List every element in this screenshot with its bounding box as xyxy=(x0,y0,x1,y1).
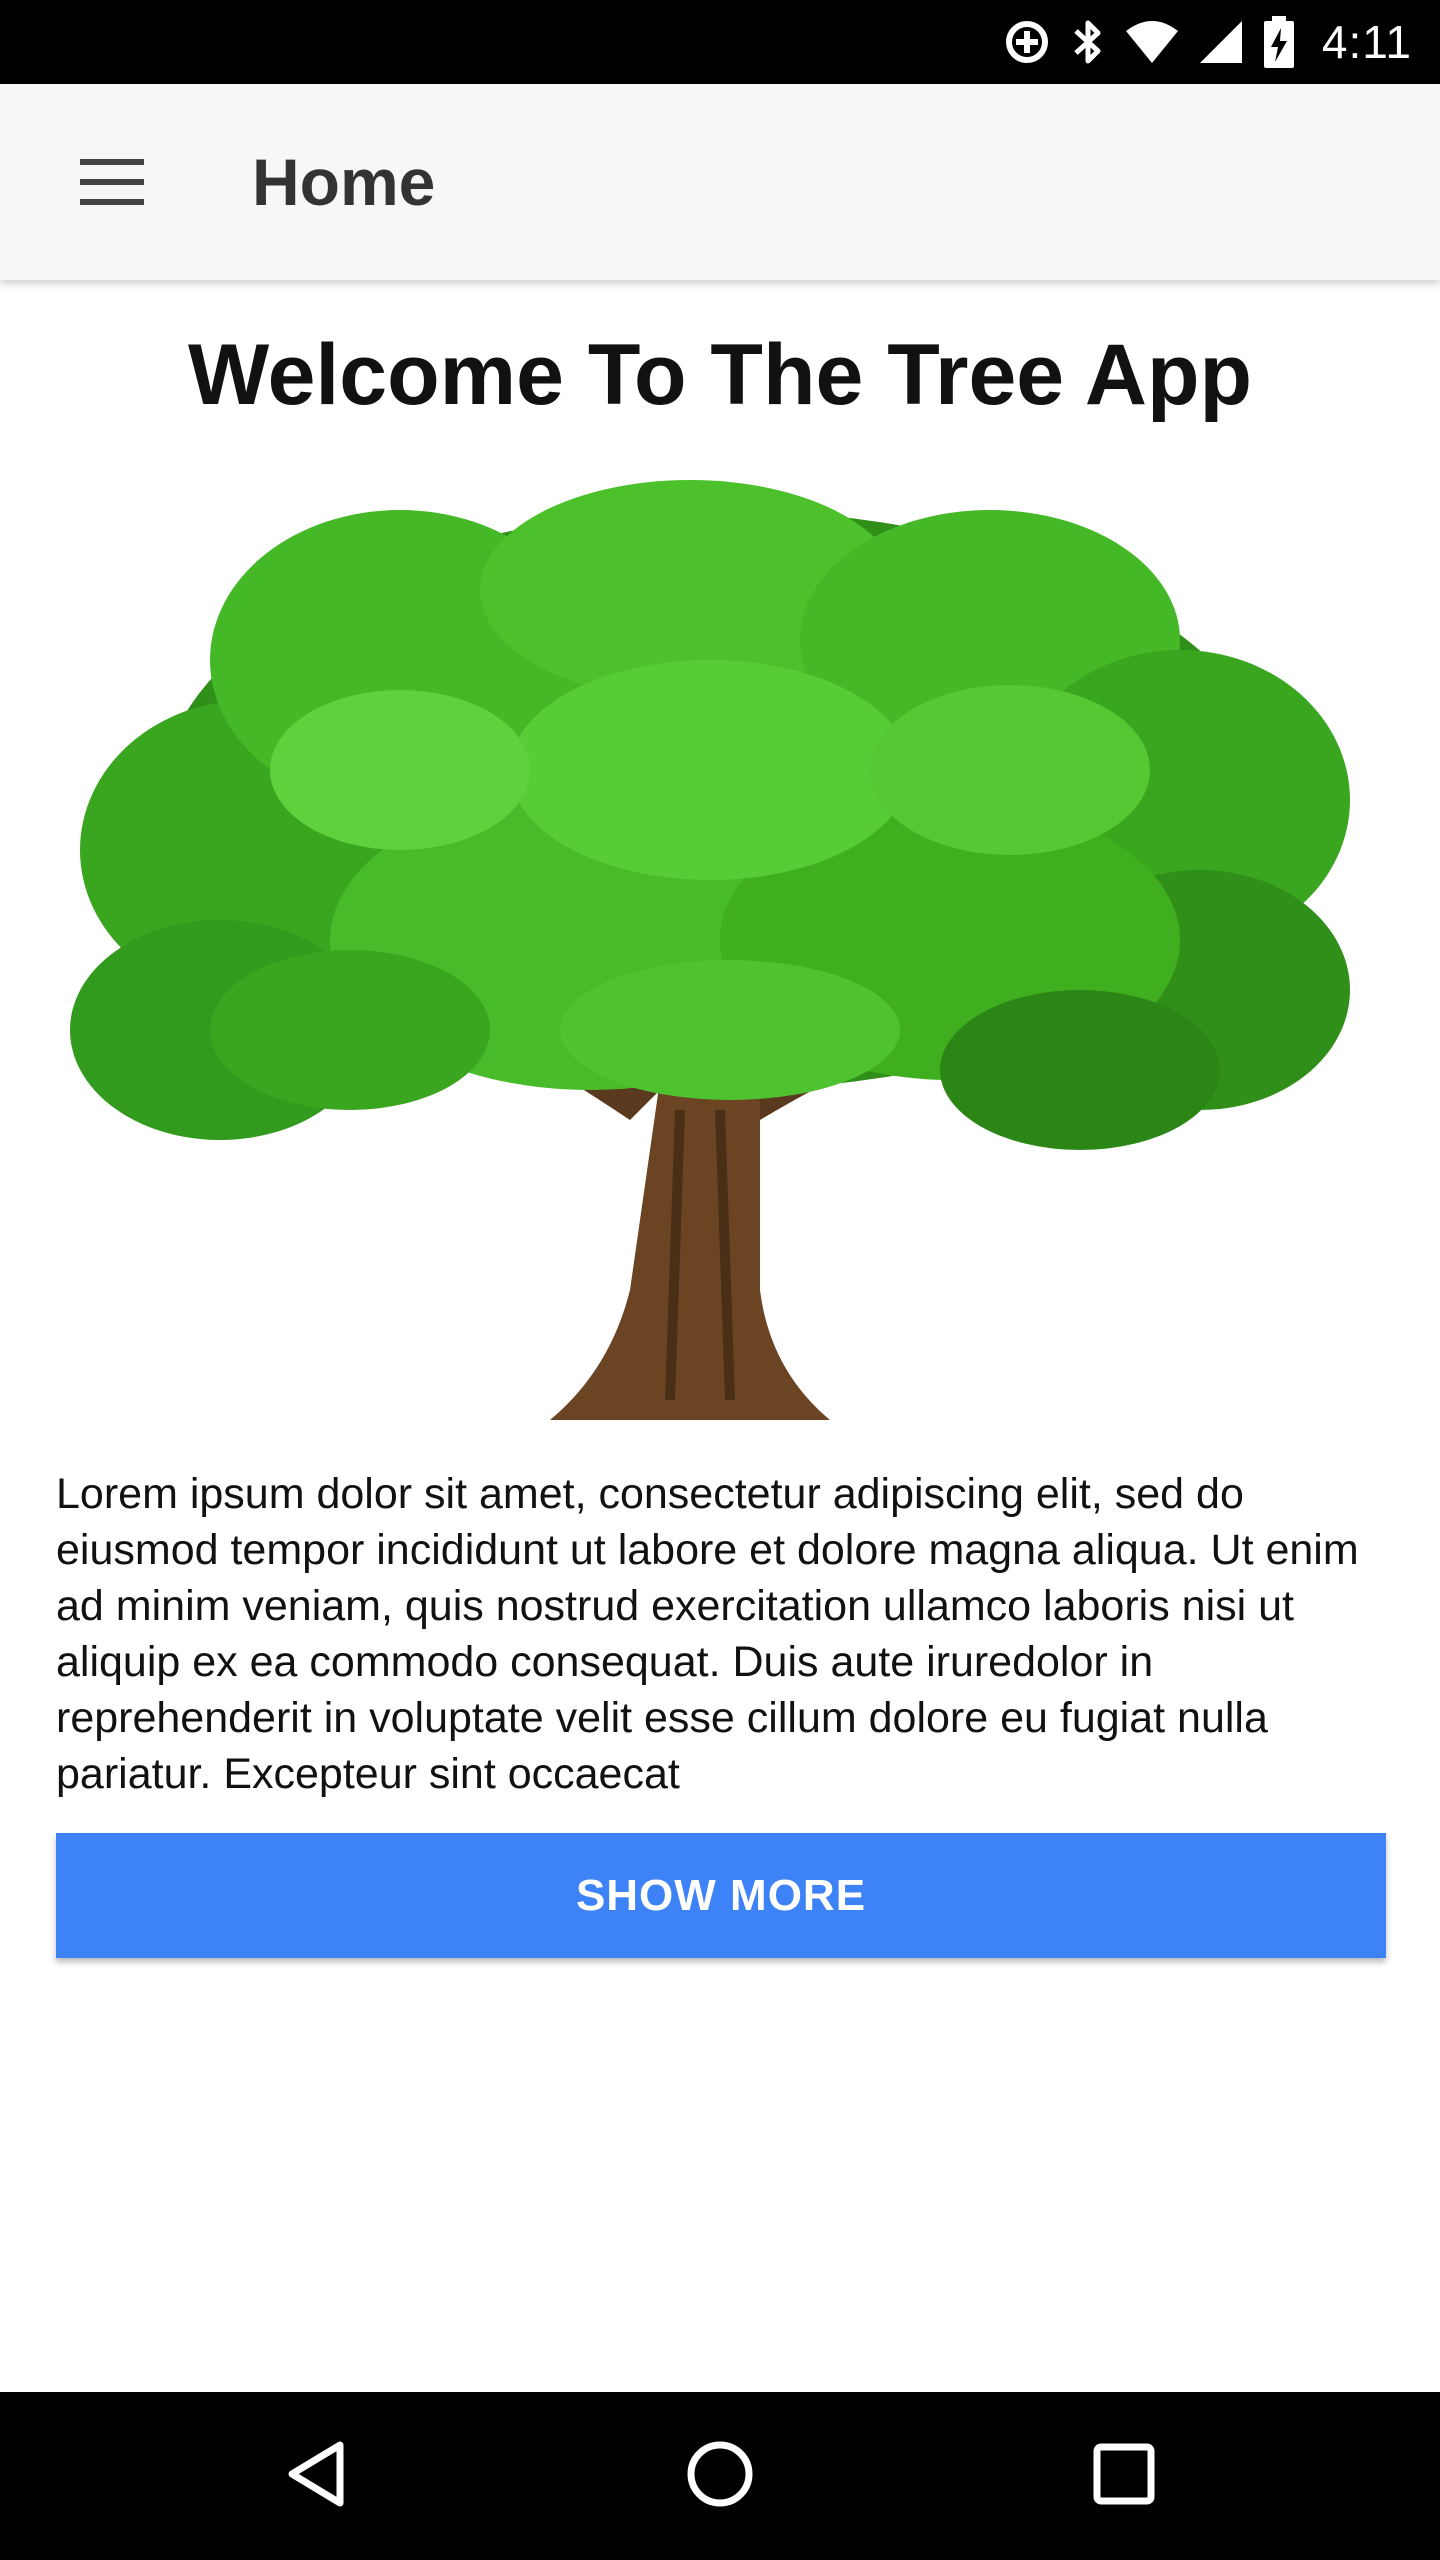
hamburger-menu-icon xyxy=(80,158,144,210)
home-icon xyxy=(685,2439,755,2514)
wifi-icon xyxy=(1124,19,1180,65)
data-saver-icon xyxy=(1002,17,1052,67)
status-icons: 4:11 xyxy=(1002,0,1412,84)
recents-icon xyxy=(1093,2443,1155,2510)
app-bar: Home xyxy=(0,84,1440,280)
status-clock: 4:11 xyxy=(1321,16,1412,68)
back-button[interactable] xyxy=(266,2426,366,2526)
show-more-button[interactable]: SHOW MORE xyxy=(56,1833,1386,1958)
app-bar-title: Home xyxy=(252,145,436,219)
battery-charging-icon xyxy=(1262,14,1296,70)
bluetooth-icon xyxy=(1070,17,1106,67)
status-bar: 4:11 xyxy=(0,0,1440,84)
main-content: Welcome To The Tree App Lorem ipsum dolo… xyxy=(0,280,1440,2390)
back-icon xyxy=(284,2439,348,2514)
page-title: Welcome To The Tree App xyxy=(187,327,1253,423)
cell-signal-icon xyxy=(1198,19,1244,65)
system-nav-bar xyxy=(0,2392,1440,2560)
menu-button[interactable] xyxy=(72,144,152,224)
home-button[interactable] xyxy=(670,2426,770,2526)
tree-illustration xyxy=(70,470,1370,1470)
body-text: Lorem ipsum dolor sit amet, consectetur … xyxy=(56,1470,1359,1798)
recents-button[interactable] xyxy=(1074,2426,1174,2526)
